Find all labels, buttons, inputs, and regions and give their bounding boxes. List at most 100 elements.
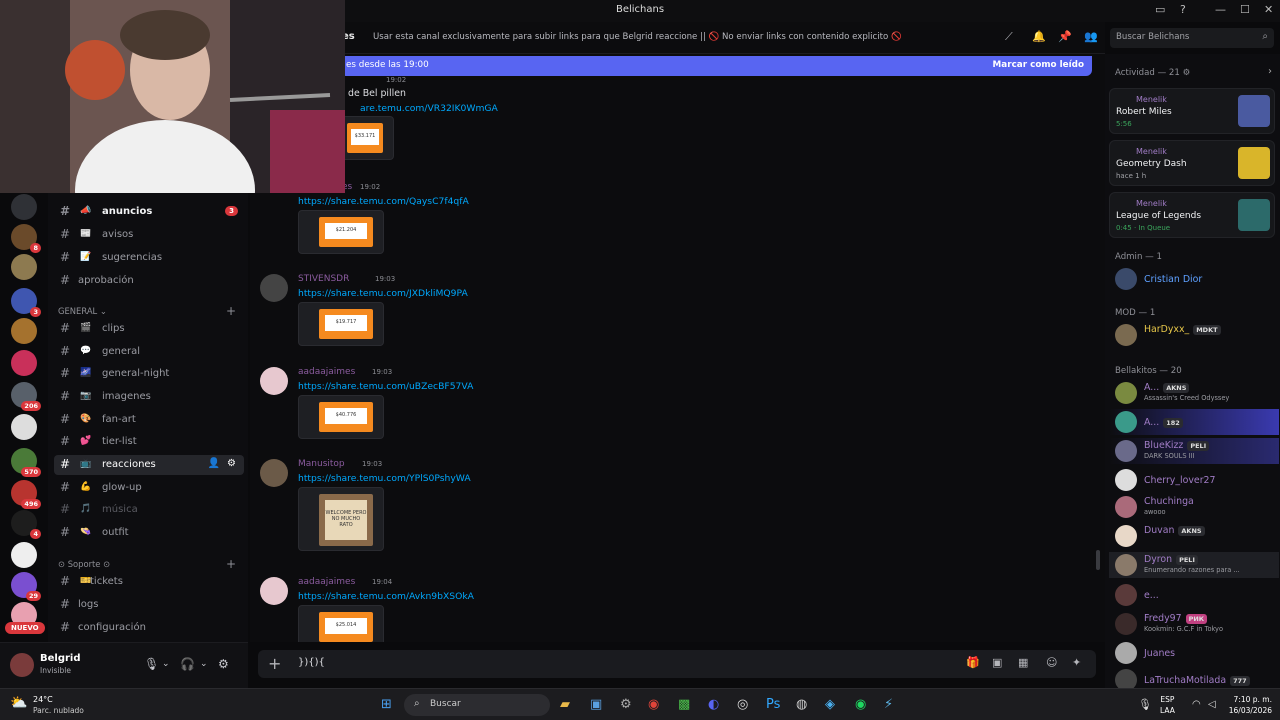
member-item[interactable]: Duvan AKNS — [1109, 523, 1279, 549]
avatar[interactable] — [260, 274, 288, 302]
embed-image[interactable]: $40.776 — [298, 395, 384, 439]
member-item[interactable]: HarDyxx_ MDKT — [1109, 322, 1279, 348]
chevron-down-icon[interactable]: ⌄ — [200, 659, 208, 669]
message-link[interactable]: https://share.temu.com/Avkn9bXSOkA — [298, 591, 474, 602]
add-channel-icon[interactable]: + — [226, 304, 236, 318]
channel-imagenes[interactable]: # 📷 imagenes — [54, 387, 244, 407]
sticker-icon[interactable]: ▦ — [1018, 656, 1028, 669]
windows-start-icon[interactable]: ⊞ — [381, 697, 392, 712]
message-link[interactable]: https://share.temu.com/QaysC7f4qfA — [298, 196, 469, 207]
minimize-button[interactable]: — — [1215, 3, 1226, 16]
member-item[interactable]: LaTruchaMotilada 777 — [1109, 667, 1279, 688]
member-item[interactable]: Fredy97 РИК Kookmin: G.C.F in Tokyo — [1109, 611, 1279, 637]
channel-configuracion[interactable]: # configuración — [54, 618, 244, 638]
members-icon[interactable]: 👥 — [1084, 30, 1098, 43]
message-author[interactable]: aadaajaimes — [298, 577, 355, 587]
photoshop-icon[interactable]: Ps — [766, 697, 780, 712]
app-icon[interactable]: ⚡ — [884, 697, 893, 712]
taskbar-search[interactable]: ⌕ Buscar — [404, 694, 550, 716]
activity-card[interactable]: Menelik Geometry Dash hace 1 h — [1109, 140, 1275, 186]
gift-icon[interactable]: 🎁 — [966, 656, 980, 669]
channel-anuncios[interactable]: # 📣 anuncios 3 — [54, 202, 244, 222]
microphone-icon[interactable]: 🎙 — [1138, 698, 1152, 711]
add-channel-icon[interactable]: + — [226, 557, 236, 571]
channel-clips[interactable]: # 🎬 clips — [54, 319, 244, 339]
gear-icon[interactable]: ⚙ — [227, 458, 236, 469]
inbox-icon[interactable]: ▭ — [1155, 3, 1165, 16]
volume-icon[interactable]: ◁ — [1208, 699, 1216, 710]
bell-icon[interactable]: 🔔 — [1032, 30, 1046, 43]
channel-reacciones[interactable]: # 📺 reacciones 👤 ⚙ — [54, 455, 244, 475]
language-indicator[interactable]: ESP LAA — [1160, 694, 1175, 716]
wifi-icon[interactable]: ◠ — [1192, 699, 1201, 710]
server-icon[interactable] — [11, 414, 37, 440]
member-item[interactable]: BlueKizz PELI DARK SOULS III — [1109, 438, 1279, 464]
embed-image[interactable]: $21.204 — [298, 210, 384, 254]
embed-image[interactable]: $25.014 — [298, 605, 384, 642]
message-author[interactable]: Manusitop — [298, 459, 345, 469]
avatar[interactable] — [260, 367, 288, 395]
apps-icon[interactable]: ✦ — [1072, 656, 1081, 669]
embed-image[interactable]: WELCOME PERO NO MUCHO RATO — [298, 487, 384, 551]
pin-icon[interactable]: 📌 — [1058, 30, 1072, 43]
member-item[interactable]: e... — [1109, 582, 1279, 608]
category-general[interactable]: GENERAL ⌄ + — [58, 304, 236, 318]
channel-tier-list[interactable]: # 💕 tier-list — [54, 432, 244, 452]
channel-fan-art[interactable]: # 🎨 fan-art — [54, 410, 244, 430]
new-badge[interactable]: NUEVO — [5, 622, 45, 634]
threads-icon[interactable]: ⟋ — [1005, 30, 1013, 44]
message-author[interactable]: aadaajaimes — [298, 367, 355, 377]
message-composer[interactable]: + }){){ 🎁 ▣ ▦ ☺ ✦ — [258, 650, 1096, 678]
category-soporte[interactable]: ⊙ Soporte ⊙ + — [58, 557, 236, 571]
member-item[interactable]: Juanes — [1109, 640, 1279, 666]
message-link[interactable]: https://share.temu.com/uBZecBF57VA — [298, 381, 473, 392]
settings-icon[interactable]: ⚙ — [218, 657, 229, 671]
member-item[interactable]: Cristian Dior — [1109, 266, 1279, 292]
member-item[interactable]: Chuchinga awooo — [1109, 494, 1279, 520]
channel-logs[interactable]: # logs — [54, 595, 244, 615]
channel-avisos[interactable]: # 📰 avisos — [54, 225, 244, 245]
maximize-button[interactable]: ☐ — [1240, 3, 1250, 16]
server-icon[interactable]: 8 — [11, 224, 41, 253]
channel-tickets[interactable]: # 🎫 tickets — [54, 572, 244, 592]
embed-image[interactable]: $19.717 — [298, 302, 384, 346]
gif-icon[interactable]: ▣ — [992, 656, 1002, 669]
server-icon[interactable] — [11, 542, 37, 568]
message-link[interactable]: are.temu.com/VR32IK0WmGA — [360, 103, 498, 114]
channel-musica[interactable]: # 🎵 música — [54, 500, 244, 520]
message-input[interactable]: }){){ — [298, 657, 325, 668]
message-list[interactable]: 19:02 de Bel pillen are.temu.com/VR32IK0… — [250, 54, 1105, 642]
settings-icon[interactable]: ⚙ — [620, 697, 632, 712]
chevron-down-icon[interactable]: ⌄ — [162, 659, 170, 669]
server-icon[interactable] — [11, 350, 37, 376]
invite-icon[interactable]: 👤 — [208, 458, 220, 469]
message-link[interactable]: https://share.temu.com/JXDkliMQ9PA — [298, 288, 468, 299]
mark-read-button[interactable]: Marcar como leído — [993, 60, 1084, 70]
discord-icon[interactable]: ◐ — [708, 697, 719, 712]
channel-general[interactable]: # 💬 general — [54, 342, 244, 362]
file-explorer-icon[interactable]: ▰ — [560, 697, 570, 712]
app-icon[interactable]: ◈ — [825, 697, 835, 712]
member-item[interactable]: A... AKNS Assassin's Creed Odyssey — [1109, 380, 1279, 406]
activity-card[interactable]: Menelik League of Legends 0:45 · In Queu… — [1109, 192, 1275, 238]
activity-card[interactable]: Menelik Robert Miles 5:56 — [1109, 88, 1275, 134]
clock[interactable]: 7:10 p. m. 16/03/2026 — [1229, 694, 1272, 716]
scrollbar[interactable] — [1096, 550, 1100, 570]
channel-outfit[interactable]: # 👒 outfit — [54, 523, 244, 543]
server-icon[interactable]: 4 — [11, 510, 41, 539]
member-item[interactable]: A... 182 — [1109, 409, 1279, 435]
server-icon[interactable] — [11, 318, 37, 344]
chevron-right-icon[interactable]: › — [1268, 66, 1272, 77]
server-icon[interactable] — [11, 254, 37, 280]
chrome-icon[interactable]: ◉ — [648, 697, 659, 712]
headphones-icon[interactable]: 🎧 — [180, 657, 195, 671]
emoji-icon[interactable]: ☺ — [1046, 656, 1057, 669]
server-icon[interactable] — [11, 194, 37, 220]
close-button[interactable]: ✕ — [1264, 3, 1273, 16]
member-item[interactable]: Cherry_lover27 — [1109, 467, 1279, 493]
channel-topic[interactable]: Usar esta canal exclusivamente para subi… — [373, 32, 902, 42]
channel-aprobacion[interactable]: # aprobación — [54, 271, 244, 291]
channel-glow-up[interactable]: # 💪 glow-up — [54, 478, 244, 498]
app-icon[interactable]: ▣ — [590, 697, 602, 712]
channel-sugerencias[interactable]: # 📝 sugerencias — [54, 248, 244, 268]
